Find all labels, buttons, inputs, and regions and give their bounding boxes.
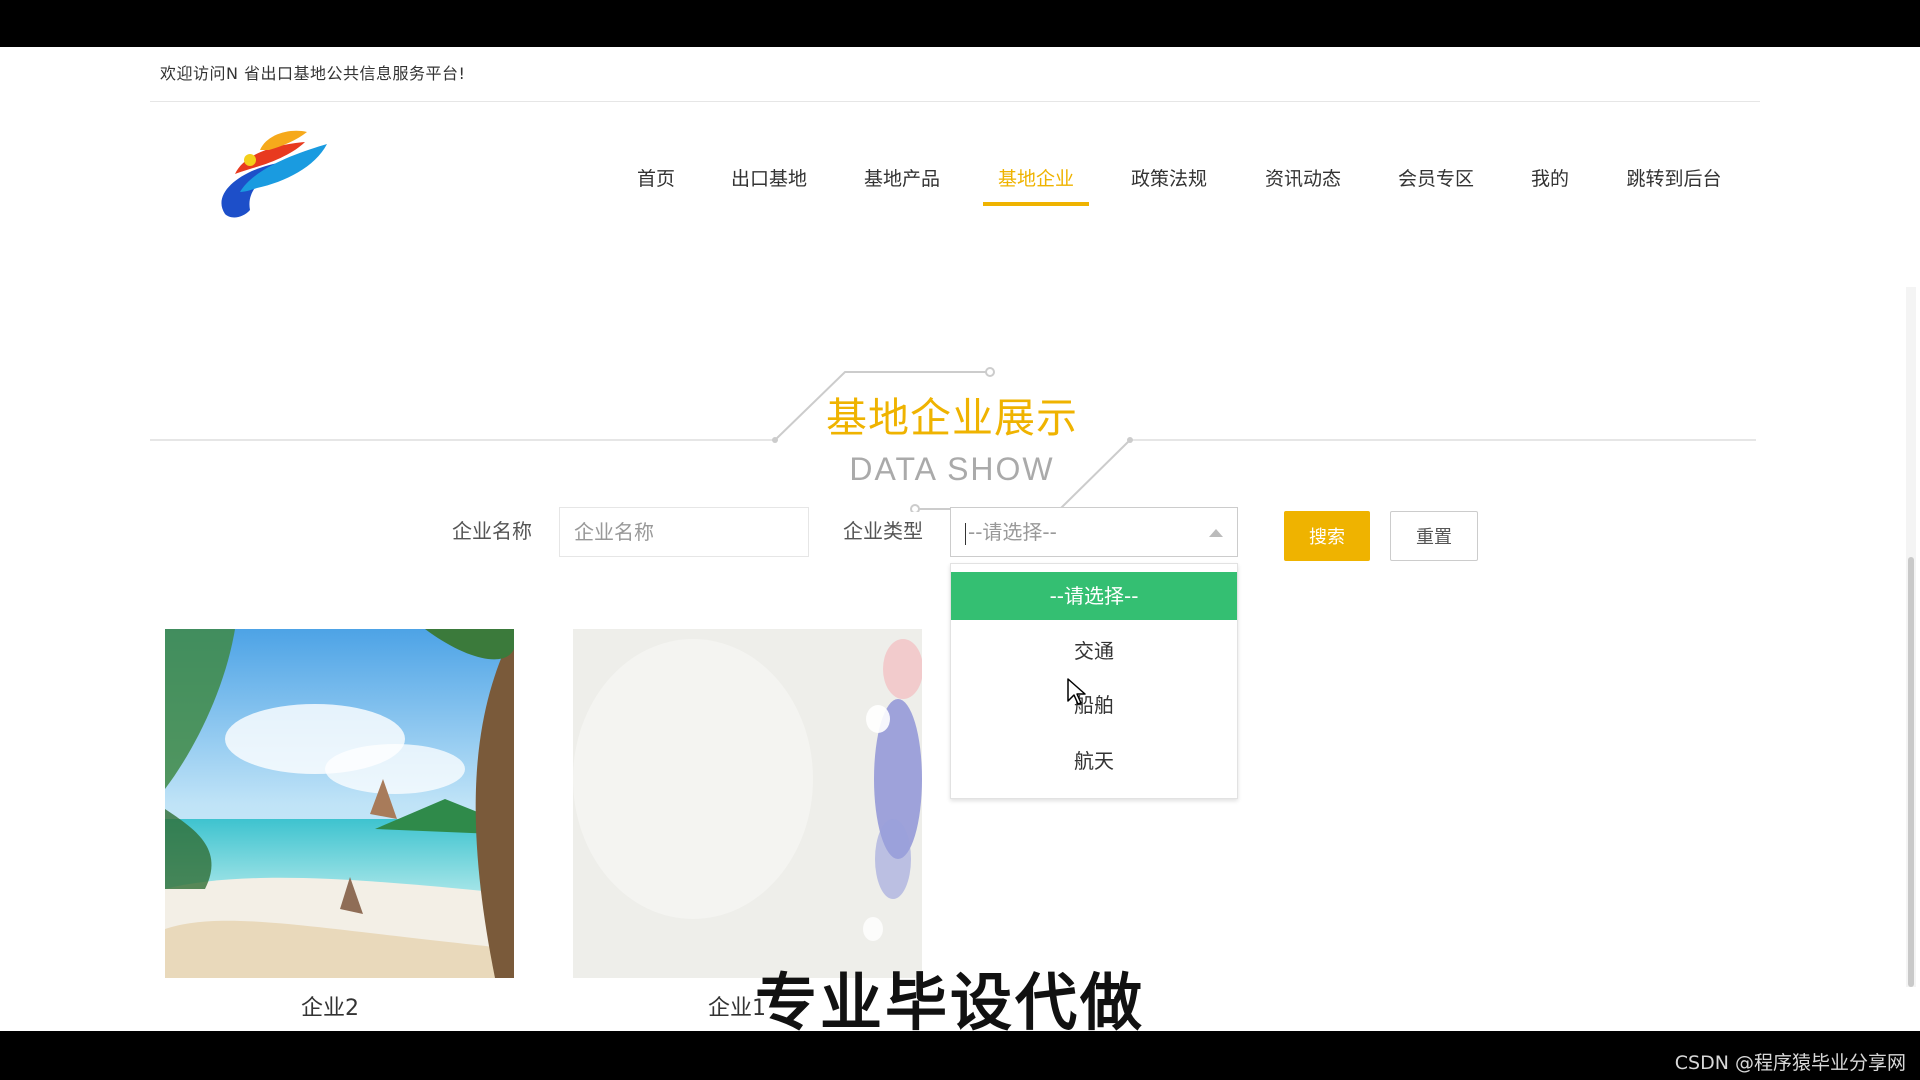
enterprise-type-value: --请选择-- <box>968 520 1057 544</box>
site-logo[interactable] <box>205 122 335 232</box>
caret-up-icon <box>1209 529 1223 537</box>
enterprise-card-name-1[interactable]: 企业2 <box>301 990 359 1022</box>
mouse-pointer-icon <box>1067 678 1086 705</box>
enterprise-type-dropdown: --请选择-- 交通 船舶 航天 <box>950 563 1238 799</box>
enterprise-name-label: 企业名称 <box>452 519 532 543</box>
enterprise-type-label: 企业类型 <box>843 519 923 543</box>
nav-item-export-base[interactable]: 出口基地 <box>729 165 809 205</box>
bottom-bar <box>0 1031 1920 1080</box>
floral-image <box>573 629 922 978</box>
reset-button[interactable]: 重置 <box>1390 511 1478 561</box>
nav-item-members[interactable]: 会员专区 <box>1396 165 1476 205</box>
watermark-credit: CSDN @程序猿毕业分享网 <box>1674 1052 1906 1074</box>
dropdown-option-please-select[interactable]: --请选择-- <box>951 572 1237 620</box>
welcome-text: 欢迎访问N 省出口基地公共信息服务平台! <box>160 64 466 83</box>
enterprise-card-image-1[interactable] <box>165 629 514 978</box>
overlay-text: 专业毕设代做 <box>755 966 1146 1039</box>
enterprise-type-select[interactable]: --请选择-- <box>950 507 1238 557</box>
dropdown-option-traffic[interactable]: 交通 <box>951 627 1237 675</box>
scrollbar-thumb[interactable] <box>1908 557 1914 987</box>
nav-item-news[interactable]: 资讯动态 <box>1263 165 1343 205</box>
dropdown-option-ship[interactable]: 船舶 <box>951 681 1237 729</box>
nav-item-mine[interactable]: 我的 <box>1530 165 1570 205</box>
section-subtitle: DATA SHOW <box>849 451 1055 487</box>
nav-item-admin[interactable]: 跳转到后台 <box>1624 165 1724 205</box>
nav-item-base-enterprises[interactable]: 基地企业 <box>983 165 1089 206</box>
nav-item-home[interactable]: 首页 <box>634 165 678 205</box>
header-divider <box>150 101 1760 102</box>
section-header: 基地企业展示 DATA SHOW <box>0 312 1920 512</box>
search-button[interactable]: 搜索 <box>1284 511 1370 561</box>
page: 欢迎访问N 省出口基地公共信息服务平台! 首页 出口基地 基地产品 基地企业 政… <box>0 47 1920 1031</box>
search-bar: 企业名称 企业名称 企业类型 --请选择-- 搜索 重置 <box>0 507 1920 567</box>
nav-item-base-products[interactable]: 基地产品 <box>862 165 942 205</box>
enterprise-card-image-2[interactable] <box>573 629 922 978</box>
nav-item-policies[interactable]: 政策法规 <box>1129 165 1209 205</box>
section-title: 基地企业展示 <box>826 394 1078 442</box>
text-cursor <box>965 522 966 545</box>
enterprise-name-input[interactable]: 企业名称 <box>559 507 809 557</box>
dropdown-option-aerospace[interactable]: 航天 <box>951 737 1237 785</box>
beach-image <box>165 629 514 978</box>
